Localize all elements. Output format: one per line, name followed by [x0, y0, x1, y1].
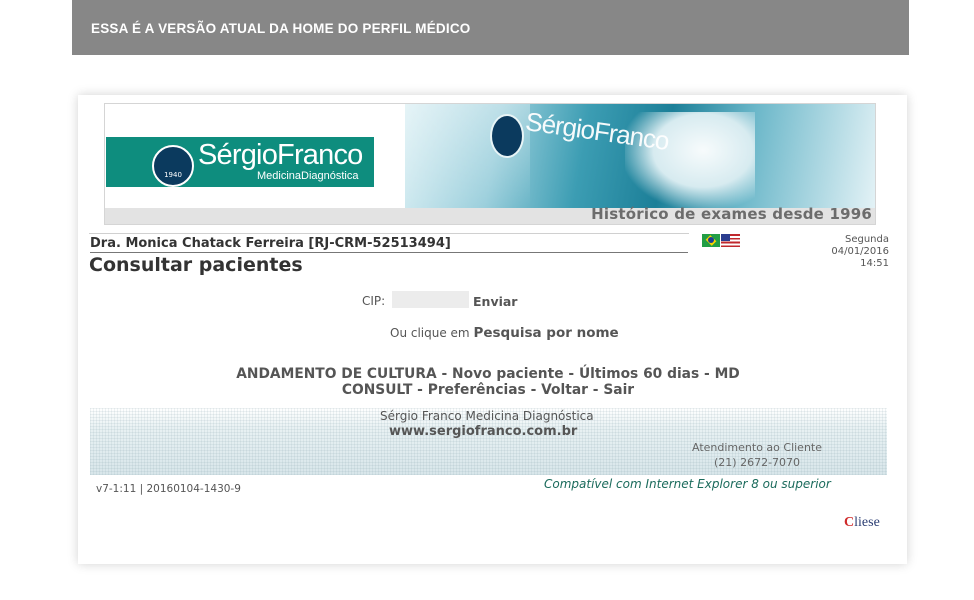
- brazil-flag-globe: [708, 237, 714, 243]
- main-menu: ANDAMENTO DE CULTURA - Novo paciente - Ú…: [218, 366, 758, 398]
- cip-label: CIP:: [362, 294, 386, 308]
- date-day: 04/01/2016: [831, 246, 889, 257]
- doctor-name: Dra. Monica Chatack Ferreira [RJ-CRM-525…: [90, 236, 688, 253]
- menu-separator: -: [530, 382, 537, 398]
- vendor-logo-text: liese: [854, 515, 880, 530]
- top-bar: ESSA É A VERSÃO ATUAL DA HOME DO PERFIL …: [72, 0, 909, 55]
- logo-name: SérgioFranco: [198, 139, 363, 171]
- logo-seal-year: 1940: [164, 171, 182, 179]
- footer: Sérgio Franco Medicina Diagnóstica www.s…: [90, 408, 887, 475]
- header-rule: [89, 233, 689, 234]
- search-by-name-row: Ou clique em Pesquisa por nome: [390, 325, 619, 341]
- menu-ultimos-60-dias[interactable]: Últimos 60 dias: [579, 366, 699, 382]
- banner-tagline: Histórico de exames desde 1996: [591, 205, 872, 223]
- menu-novo-paciente[interactable]: Novo paciente: [452, 366, 564, 382]
- logo-subtitle: MedicinaDiagnóstica: [257, 170, 359, 182]
- logo-seal-icon: 1940: [152, 145, 194, 187]
- menu-separator: -: [568, 366, 575, 382]
- vendor-logo[interactable]: Cliese: [844, 515, 880, 531]
- menu-voltar[interactable]: Voltar: [541, 382, 588, 398]
- language-selector: [702, 234, 740, 248]
- send-button[interactable]: Enviar: [473, 294, 517, 309]
- page-title: Consultar pacientes: [89, 254, 303, 276]
- footer-service-label: Atendimento ao Cliente: [692, 441, 822, 454]
- menu-andamento-de-cultura[interactable]: ANDAMENTO DE CULTURA: [236, 366, 436, 382]
- browser-compat-note: Compatível com Internet Explorer 8 ou su…: [544, 477, 831, 491]
- banner: SérgioFranco 1940 SérgioFranco MedicinaD…: [104, 103, 876, 225]
- cip-input[interactable]: [392, 291, 469, 308]
- menu-separator: -: [441, 366, 448, 382]
- top-bar-text: ESSA É A VERSÃO ATUAL DA HOME DO PERFIL …: [91, 21, 471, 36]
- menu-separator: -: [592, 382, 599, 398]
- footer-company: Sérgio Franco Medicina Diagnóstica: [380, 409, 594, 423]
- usa-flag-icon[interactable]: [721, 234, 740, 247]
- page-card: SérgioFranco 1940 SérgioFranco MedicinaD…: [78, 95, 907, 564]
- menu-separator: -: [417, 382, 423, 398]
- banner-photo: [405, 104, 875, 208]
- footer-phone: (21) 2672-7070: [714, 456, 801, 469]
- search-by-name-link[interactable]: Pesquisa por nome: [473, 325, 618, 341]
- version-info: v7-1:11 | 20160104-1430-9: [96, 483, 241, 495]
- footer-url-link[interactable]: www.sergiofranco.com.br: [389, 424, 577, 439]
- menu-preferencias[interactable]: Preferências: [428, 382, 526, 398]
- menu-separator: -: [704, 366, 710, 382]
- vendor-logo-c: C: [844, 515, 855, 530]
- date-weekday: Segunda: [845, 234, 889, 245]
- date-time-value: 14:51: [860, 258, 889, 269]
- date-time: Segunda 04/01/2016 14:51: [831, 234, 889, 270]
- search-prefix: Ou clique em: [390, 326, 470, 340]
- banner-photo-seal-icon: [490, 114, 524, 158]
- usa-flag-canton: [721, 234, 730, 241]
- menu-sair[interactable]: Sair: [603, 382, 634, 398]
- brazil-flag-icon[interactable]: [702, 234, 720, 247]
